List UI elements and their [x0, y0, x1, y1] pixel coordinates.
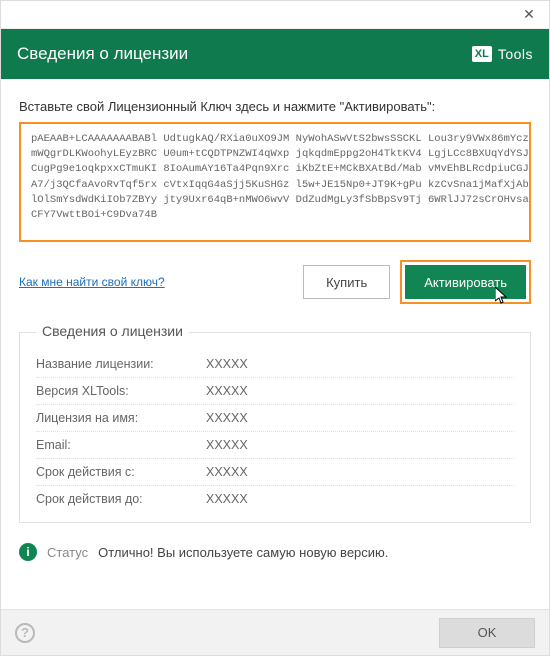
- brand-logo: XL Tools: [472, 46, 533, 62]
- status-row: i Статус Отлично! Вы используете самую н…: [19, 543, 531, 561]
- row-label: Срок действия до:: [36, 492, 206, 506]
- license-details-legend: Сведения о лицензии: [36, 323, 189, 339]
- row-value: XXXXX: [206, 438, 248, 452]
- license-details-table: Название лицензии: XXXXX Версия XLTools:…: [36, 351, 514, 512]
- dialog-content: Вставьте свой Лицензионный Ключ здесь и …: [1, 79, 549, 609]
- brand-tools-text: Tools: [498, 46, 533, 62]
- row-value: XXXXX: [206, 465, 248, 479]
- dialog-header: Сведения о лицензии XL Tools: [1, 29, 549, 79]
- activate-button-highlight: Активировать: [400, 260, 531, 304]
- buy-button[interactable]: Купить: [303, 265, 390, 299]
- license-details-group: Сведения о лицензии Название лицензии: X…: [19, 332, 531, 523]
- row-label: Лицензия на имя:: [36, 411, 206, 425]
- table-row: Email: XXXXX: [36, 432, 514, 459]
- find-key-link[interactable]: Как мне найти свой ключ?: [19, 275, 165, 289]
- row-value: XXXXX: [206, 357, 248, 371]
- license-key-text: pAEAAB+LCAAAAAAABABl UdtugkAQ/RXia0uXO9J…: [31, 132, 519, 223]
- license-dialog: ✕ Сведения о лицензии XL Tools Вставьте …: [0, 0, 550, 656]
- activate-button[interactable]: Активировать: [405, 265, 526, 299]
- close-button[interactable]: ✕: [509, 1, 549, 29]
- dialog-footer: ? OK: [1, 609, 549, 655]
- info-icon: i: [19, 543, 37, 561]
- brand-xl-icon: XL: [472, 46, 492, 62]
- table-row: Лицензия на имя: XXXXX: [36, 405, 514, 432]
- row-value: XXXXX: [206, 384, 248, 398]
- row-label: Срок действия с:: [36, 465, 206, 479]
- table-row: Версия XLTools: XXXXX: [36, 378, 514, 405]
- instruction-text: Вставьте свой Лицензионный Ключ здесь и …: [19, 99, 531, 114]
- titlebar: ✕: [1, 1, 549, 29]
- row-label: Название лицензии:: [36, 357, 206, 371]
- table-row: Срок действия до: XXXXX: [36, 486, 514, 512]
- row-value: XXXXX: [206, 411, 248, 425]
- table-row: Срок действия с: XXXXX: [36, 459, 514, 486]
- row-label: Версия XLTools:: [36, 384, 206, 398]
- status-text: Отлично! Вы используете самую новую верс…: [98, 545, 388, 560]
- dialog-title: Сведения о лицензии: [17, 44, 188, 64]
- help-button[interactable]: ?: [15, 623, 35, 643]
- row-label: Email:: [36, 438, 206, 452]
- ok-button[interactable]: OK: [439, 618, 535, 648]
- table-row: Название лицензии: XXXXX: [36, 351, 514, 378]
- row-value: XXXXX: [206, 492, 248, 506]
- actions-row: Как мне найти свой ключ? Купить Активиро…: [19, 260, 531, 304]
- status-label: Статус: [47, 545, 88, 560]
- license-key-input[interactable]: pAEAAB+LCAAAAAAABABl UdtugkAQ/RXia0uXO9J…: [19, 122, 531, 242]
